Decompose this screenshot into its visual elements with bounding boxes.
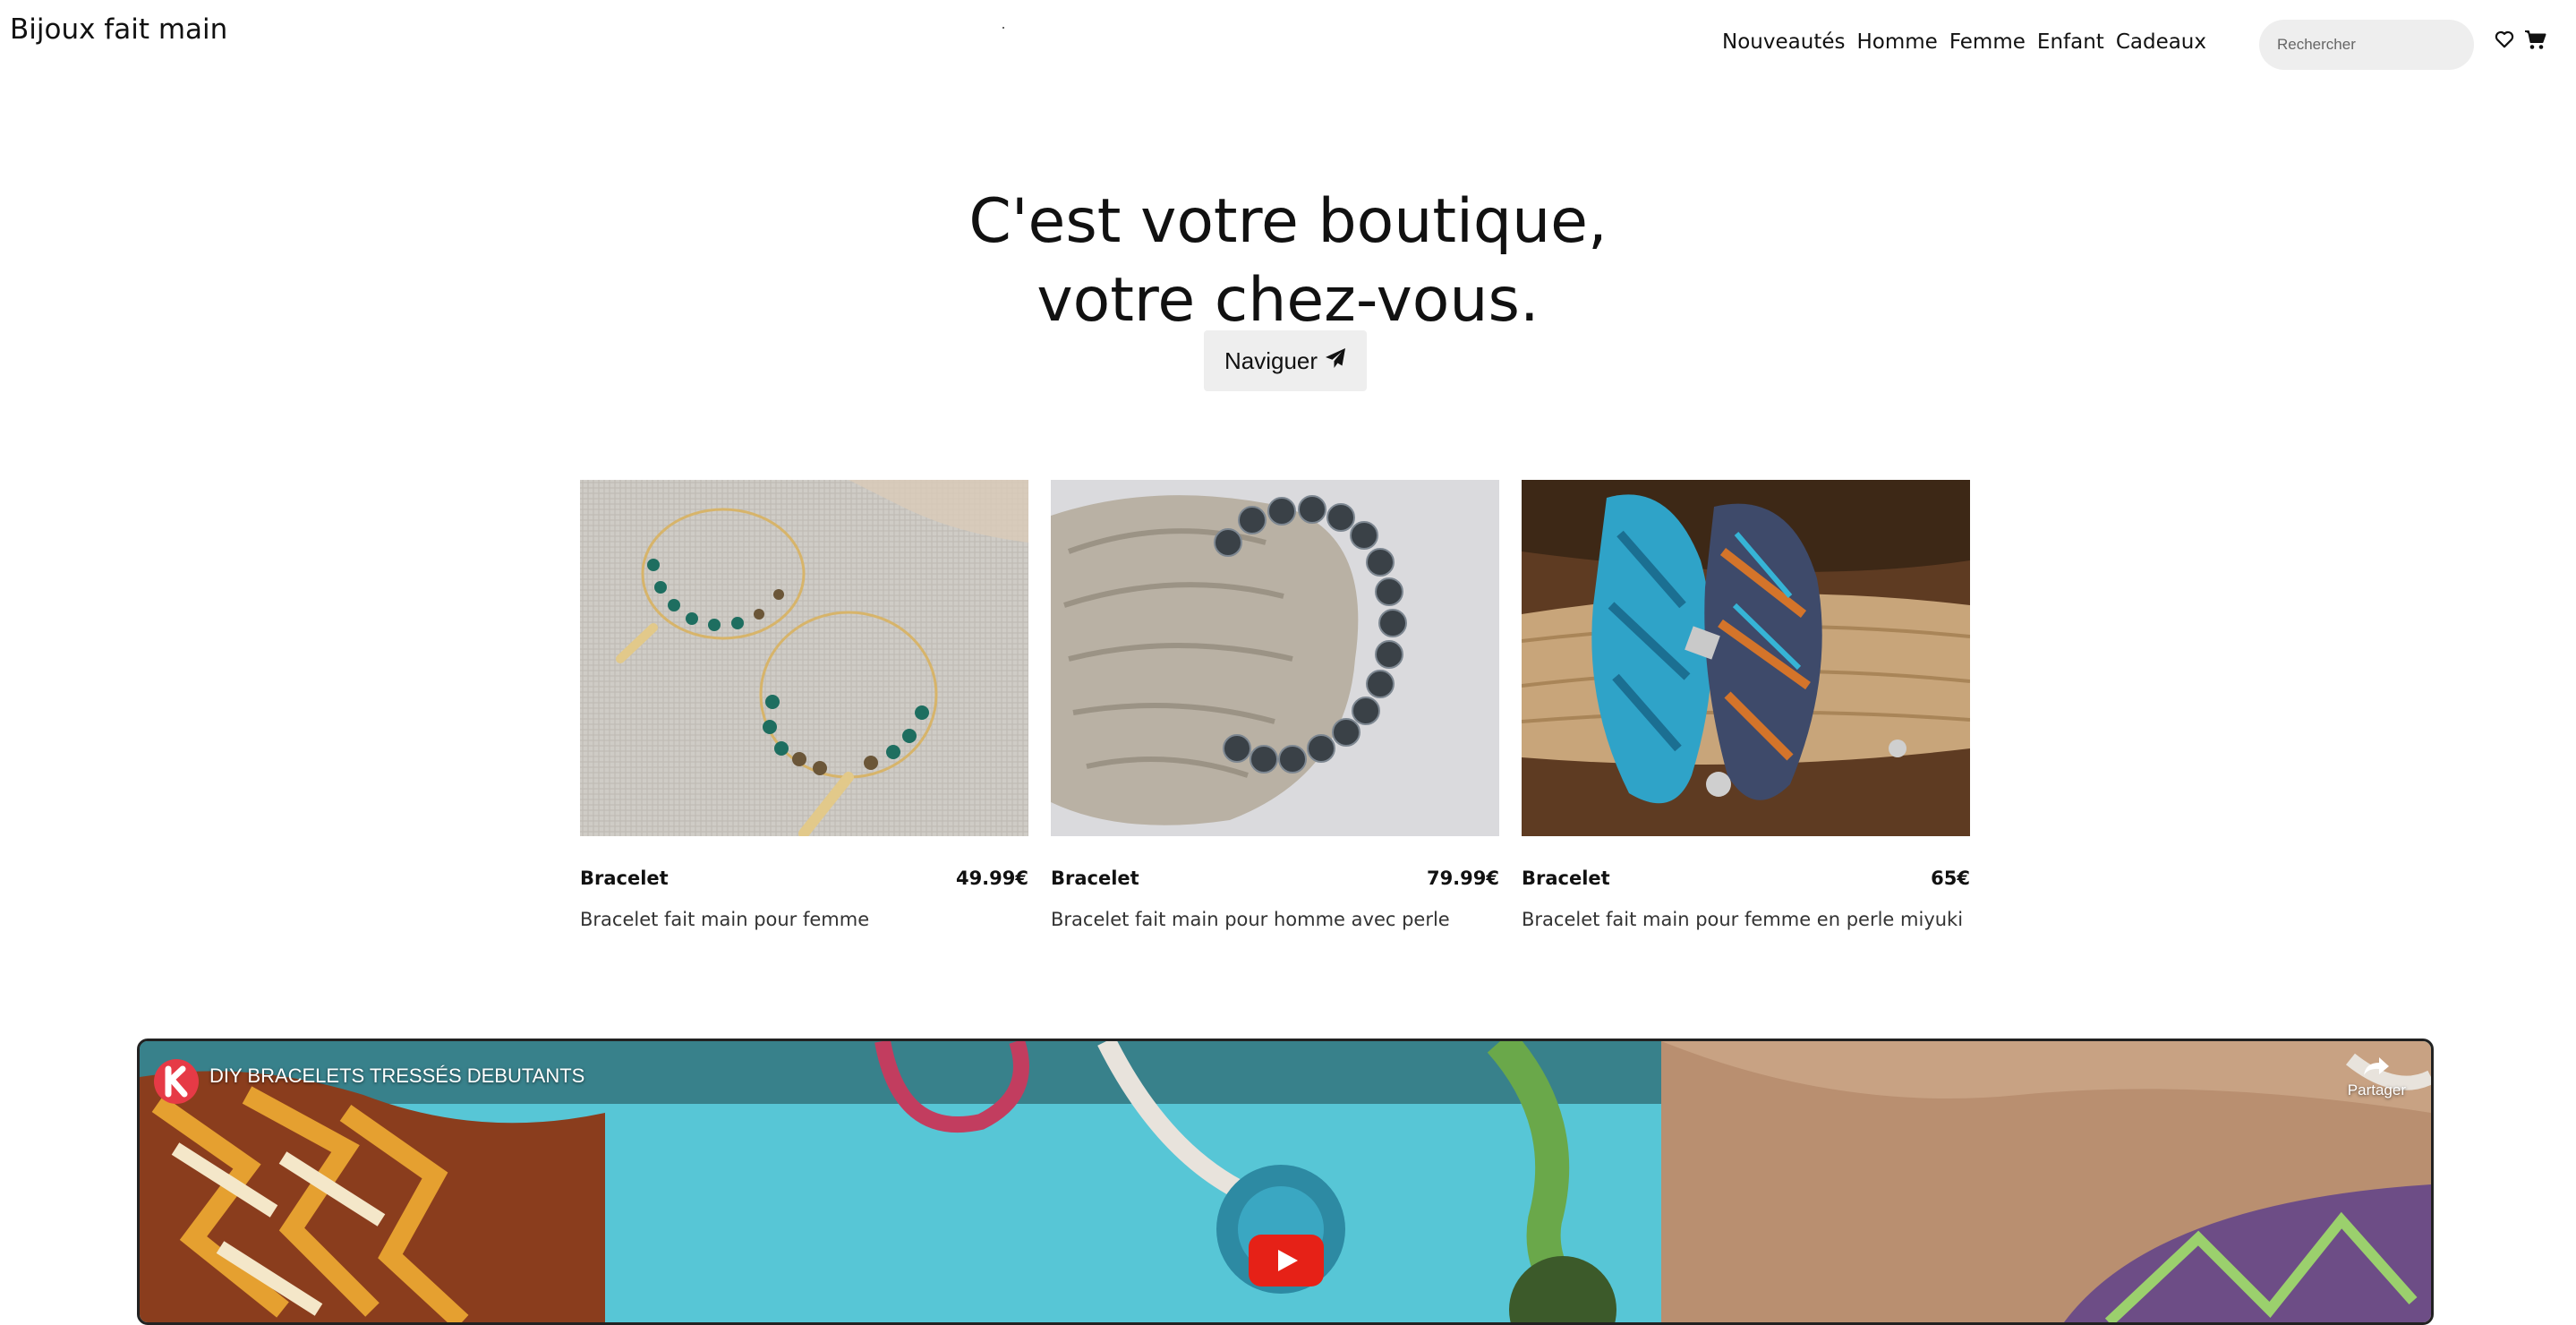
heart-icon[interactable]	[2495, 30, 2514, 52]
product-price: 79.99€	[1426, 868, 1499, 889]
hero-title-line-1: C'est votre boutique,	[968, 185, 1608, 257]
hero-title: C'est votre boutique, votre chez-vous.	[0, 183, 2576, 340]
product-name: Bracelet	[1051, 868, 1139, 889]
paper-plane-icon	[1325, 347, 1346, 375]
video-embed[interactable]: DIY BRACELETS TRESSÉS DEBUTANTS Partager	[137, 1039, 2434, 1325]
stray-dot	[1002, 27, 1004, 29]
product-image-pearl-bracelet[interactable]	[1051, 480, 1499, 836]
product-description: Bracelet fait main pour femme en perle m…	[1522, 909, 1964, 930]
nav-item-cadeaux[interactable]: Cadeaux	[2116, 27, 2206, 57]
product-description: Bracelet fait main pour femme	[580, 909, 870, 930]
product-grid: Bracelet 49.99€ Bracelet fait main pour …	[580, 480, 1970, 932]
search-box	[2259, 20, 2474, 70]
product-price: 49.99€	[955, 868, 1028, 889]
product-card[interactable]: Bracelet 49.99€ Bracelet fait main pour …	[580, 480, 1028, 932]
nav-item-enfant[interactable]: Enfant	[2037, 27, 2104, 57]
product-card[interactable]: Bracelet 79.99€ Bracelet fait main pour …	[1051, 480, 1499, 932]
nav-item-homme[interactable]: Homme	[1856, 27, 1937, 57]
share-icon	[2364, 1057, 2390, 1075]
cart-icon[interactable]	[2525, 30, 2546, 54]
product-name: Bracelet	[580, 868, 669, 889]
main-nav: Nouveautés Homme Femme Enfant Cadeaux	[1722, 27, 2206, 57]
share-label: Partager	[2347, 1081, 2406, 1098]
product-card[interactable]: Bracelet 65€ Bracelet fait main pour fem…	[1522, 480, 1970, 932]
hero-title-line-2: votre chez-vous.	[1036, 264, 1540, 336]
product-price: 65€	[1931, 868, 1970, 889]
nav-item-nouveautes[interactable]: Nouveautés	[1722, 27, 1845, 57]
naviguer-button-label: Naviguer	[1224, 346, 1318, 374]
product-name: Bracelet	[1522, 868, 1610, 889]
search-input[interactable]	[2275, 35, 2474, 55]
brand-logo[interactable]: Bijoux fait main	[10, 11, 227, 48]
product-image-macrame-bracelets[interactable]	[1522, 480, 1970, 836]
product-description: Bracelet fait main pour homme avec perle	[1051, 909, 1450, 930]
play-icon[interactable]	[1249, 1235, 1324, 1290]
product-image-hoop-earrings[interactable]	[580, 480, 1028, 836]
nav-item-femme[interactable]: Femme	[1949, 27, 2026, 57]
share-button[interactable]: Partager	[2348, 1056, 2406, 1099]
video-title[interactable]: DIY BRACELETS TRESSÉS DEBUTANTS	[209, 1064, 584, 1088]
channel-logo-icon[interactable]	[152, 1057, 200, 1109]
naviguer-button[interactable]: Naviguer	[1204, 330, 1367, 391]
